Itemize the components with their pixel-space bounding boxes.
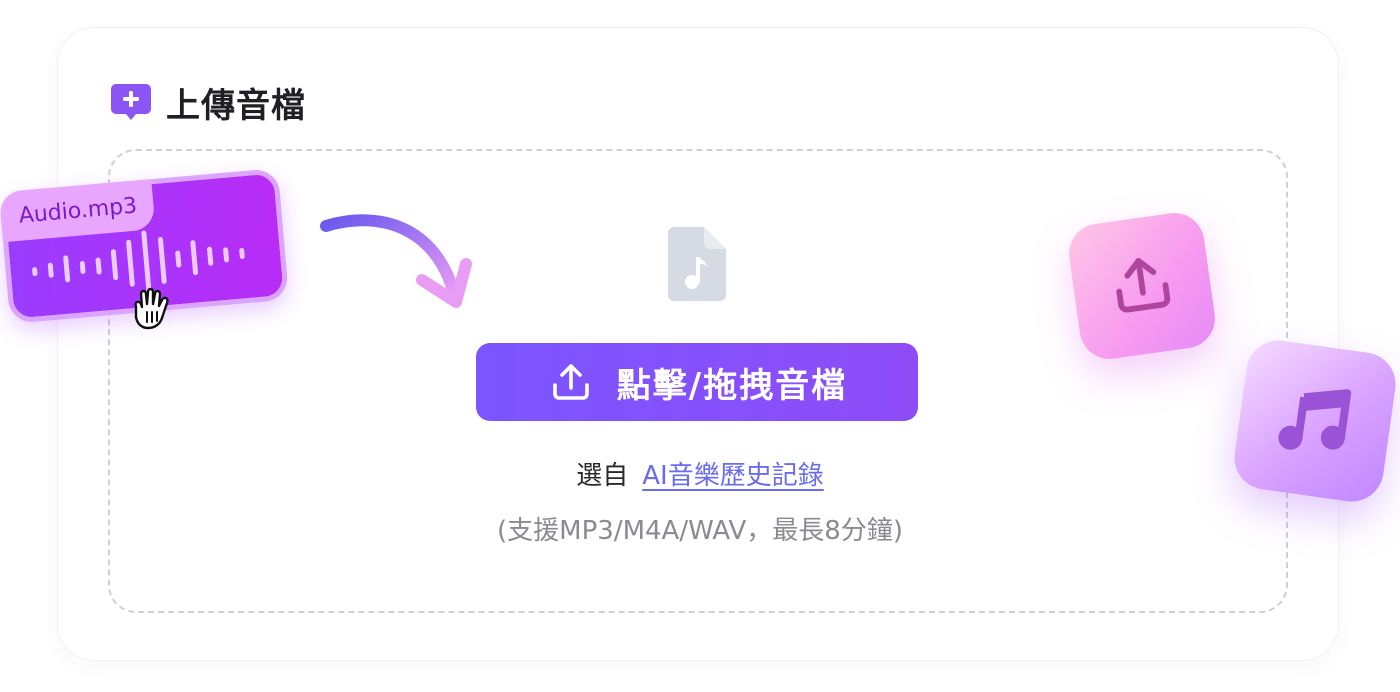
music-note-icon (1267, 371, 1363, 471)
upload-tile (1065, 209, 1219, 363)
music-tile (1230, 336, 1400, 506)
upload-button[interactable]: 點擊/拖拽音檔 (476, 343, 918, 421)
upload-button-label: 點擊/拖拽音檔 (616, 365, 848, 406)
section-header: 上傳音檔 (110, 82, 306, 126)
add-upload-icon (110, 82, 152, 122)
hand-cursor-icon (126, 284, 176, 334)
music-file-icon (668, 227, 726, 301)
upload-icon (547, 358, 595, 406)
section-title: 上傳音檔 (166, 85, 306, 126)
curved-arrow-icon (318, 206, 488, 316)
ai-music-history-link[interactable]: AI音樂歷史記錄 (642, 461, 823, 491)
supported-formats-note: (支援MP3/M4A/WAV，最長8分鐘) (497, 516, 903, 546)
choose-source-row: 選自 AI音樂歷史記錄 (0, 455, 1400, 492)
choose-prefix: 選自 (576, 461, 629, 491)
upload-icon (1102, 244, 1182, 328)
